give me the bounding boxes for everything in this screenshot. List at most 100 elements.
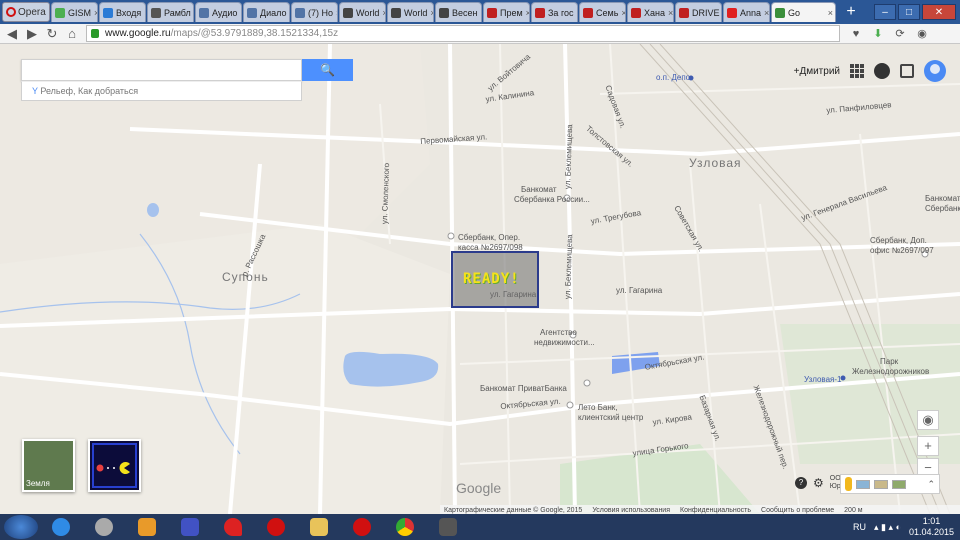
map-label[interactable]: Сбербанк, Доп. bbox=[870, 236, 927, 245]
zoom-in-button[interactable]: + bbox=[917, 436, 939, 456]
heart-icon[interactable]: ♥ bbox=[848, 26, 864, 42]
imagery-thumb[interactable] bbox=[892, 479, 906, 489]
close-tab-icon[interactable]: × bbox=[94, 8, 97, 18]
map-label[interactable]: ул. Гагарина bbox=[616, 286, 662, 295]
opera-menu-button[interactable]: Opera bbox=[2, 2, 50, 22]
help-icon[interactable]: ? bbox=[795, 477, 807, 489]
close-tab-icon[interactable]: × bbox=[668, 8, 673, 18]
close-tab-icon[interactable]: × bbox=[621, 8, 625, 18]
close-tab-icon[interactable]: × bbox=[764, 8, 769, 18]
map-label[interactable]: Узловая bbox=[689, 156, 742, 170]
media-player-icon[interactable] bbox=[127, 515, 167, 539]
notifications-icon[interactable] bbox=[874, 63, 890, 79]
clock[interactable]: 1:01 01.04.2015 bbox=[909, 516, 954, 538]
forward-button[interactable]: ▶ bbox=[24, 26, 40, 42]
browser-tab[interactable]: World× bbox=[387, 2, 434, 22]
earth-view-toggle[interactable]: Земля bbox=[22, 439, 75, 492]
browser-tab[interactable]: (7) Но× bbox=[291, 2, 338, 22]
pegman-icon[interactable] bbox=[845, 477, 852, 491]
map-label[interactable]: Узловая-1 bbox=[804, 375, 841, 384]
privacy-link[interactable]: Конфиденциальность bbox=[680, 507, 751, 514]
search-button[interactable]: 🔍 bbox=[302, 59, 353, 81]
close-tab-icon[interactable]: × bbox=[290, 8, 291, 18]
share-icon[interactable] bbox=[900, 64, 914, 78]
map-label[interactable]: Банкомат bbox=[925, 194, 960, 203]
map-label[interactable]: Железнодорожников bbox=[852, 367, 929, 376]
maximize-button[interactable]: □ bbox=[898, 4, 920, 20]
browser-tab[interactable]: Прем× bbox=[483, 2, 530, 22]
account-icon[interactable]: ◉ bbox=[914, 26, 930, 42]
world-of-tanks-icon[interactable] bbox=[428, 515, 468, 539]
close-tab-icon[interactable]: × bbox=[480, 8, 481, 18]
close-tab-icon[interactable]: × bbox=[240, 8, 241, 18]
close-window-button[interactable]: ✕ bbox=[922, 4, 956, 20]
gear-icon[interactable]: ⚙ bbox=[813, 476, 824, 490]
search-suggestions[interactable]: Y Рельеф, Как добраться bbox=[21, 81, 302, 101]
apps-grid-icon[interactable] bbox=[850, 64, 864, 78]
pin-icon[interactable] bbox=[213, 515, 253, 539]
reload-button[interactable]: ↻ bbox=[44, 26, 60, 42]
folder-icon[interactable] bbox=[299, 515, 339, 539]
update-icon[interactable]: ⟳ bbox=[892, 26, 908, 42]
speed-dial-button[interactable]: ⌂ bbox=[64, 26, 80, 42]
close-tab-icon[interactable]: × bbox=[577, 8, 578, 18]
map-label[interactable]: клиентский центр bbox=[578, 413, 643, 422]
report-link[interactable]: Сообщить о проблеме bbox=[761, 507, 834, 514]
browser-tab[interactable]: Go × bbox=[771, 2, 836, 22]
map-label[interactable]: Парк bbox=[880, 357, 898, 366]
car-icon[interactable] bbox=[84, 515, 124, 539]
browser-tab[interactable]: Входя× bbox=[99, 2, 146, 22]
map-label[interactable]: Сбербанка России... bbox=[514, 195, 590, 204]
chevron-up-icon[interactable]: ⌃ bbox=[927, 479, 935, 490]
browser-tab[interactable]: Хана × bbox=[627, 2, 674, 22]
new-tab-button[interactable]: + bbox=[840, 2, 862, 22]
map-label[interactable]: Лето Банк, bbox=[578, 403, 618, 412]
opera-taskbar-icon[interactable] bbox=[256, 515, 296, 539]
my-location-button[interactable]: ◉ bbox=[917, 410, 939, 430]
map-label[interactable]: Сбербанка bbox=[925, 204, 960, 213]
map-label[interactable]: Банкомат ПриватБанка bbox=[480, 384, 567, 393]
map-label[interactable]: Банкомат bbox=[521, 185, 557, 194]
close-tab-icon[interactable]: × bbox=[430, 8, 433, 18]
close-tab-icon[interactable]: × bbox=[526, 8, 529, 18]
url-field[interactable]: www.google.ru/maps/@53.9791889,38.152133… bbox=[86, 25, 840, 42]
close-tab-icon[interactable]: × bbox=[336, 8, 337, 18]
language-indicator[interactable]: RU bbox=[853, 522, 866, 532]
map-label[interactable]: Сбербанк, Опер. bbox=[458, 233, 520, 242]
map-label[interactable]: офис №2697/097 bbox=[870, 246, 934, 255]
map-label[interactable]: Агентство bbox=[540, 328, 577, 337]
close-tab-icon[interactable]: × bbox=[828, 8, 833, 18]
imagery-thumb[interactable] bbox=[874, 479, 888, 489]
terms-link[interactable]: Условия использования bbox=[592, 507, 670, 514]
imagery-thumb[interactable] bbox=[856, 479, 870, 489]
browser-tab[interactable]: GISM× bbox=[51, 2, 98, 22]
map-label[interactable]: о.п. Депо bbox=[656, 73, 690, 82]
avatar[interactable] bbox=[924, 60, 946, 82]
map-canvas[interactable]: Узловая Супонь о.п. Депо ул. Калинина Первом… bbox=[0, 44, 960, 514]
browser-tab[interactable]: Весен× bbox=[435, 2, 482, 22]
browser-tab[interactable]: Anna × bbox=[723, 2, 770, 22]
browser-tab[interactable]: Рамбл × bbox=[147, 2, 194, 22]
ie-icon[interactable] bbox=[41, 515, 81, 539]
start-button[interactable] bbox=[4, 515, 38, 539]
search-input[interactable] bbox=[21, 59, 302, 81]
opera-taskbar-icon[interactable] bbox=[342, 515, 382, 539]
pacman-toggle[interactable] bbox=[88, 439, 141, 492]
user-app-icon[interactable] bbox=[170, 515, 210, 539]
map-label[interactable]: недвижимости... bbox=[534, 338, 595, 347]
browser-tab[interactable]: World× bbox=[339, 2, 386, 22]
close-tab-icon[interactable]: × bbox=[382, 8, 385, 18]
back-button[interactable]: ◀ bbox=[4, 26, 20, 42]
minimize-button[interactable]: – bbox=[874, 4, 896, 20]
browser-tab[interactable]: Семь× bbox=[579, 2, 626, 22]
close-tab-icon[interactable]: × bbox=[144, 8, 145, 18]
browser-tab[interactable]: За гос× bbox=[531, 2, 578, 22]
pegman-panel[interactable]: ⌃ bbox=[840, 474, 940, 494]
browser-tab[interactable]: DRIVE× bbox=[675, 2, 722, 22]
browser-tab[interactable]: Диало× bbox=[243, 2, 290, 22]
download-icon[interactable]: ⬇ bbox=[870, 26, 886, 42]
browser-tab[interactable]: Аудио× bbox=[195, 2, 242, 22]
tray-icons[interactable]: ▴ ▮ ▴ ◐ bbox=[874, 522, 901, 533]
chrome-icon[interactable] bbox=[385, 515, 425, 539]
user-link[interactable]: +Дмитрий bbox=[794, 66, 840, 77]
